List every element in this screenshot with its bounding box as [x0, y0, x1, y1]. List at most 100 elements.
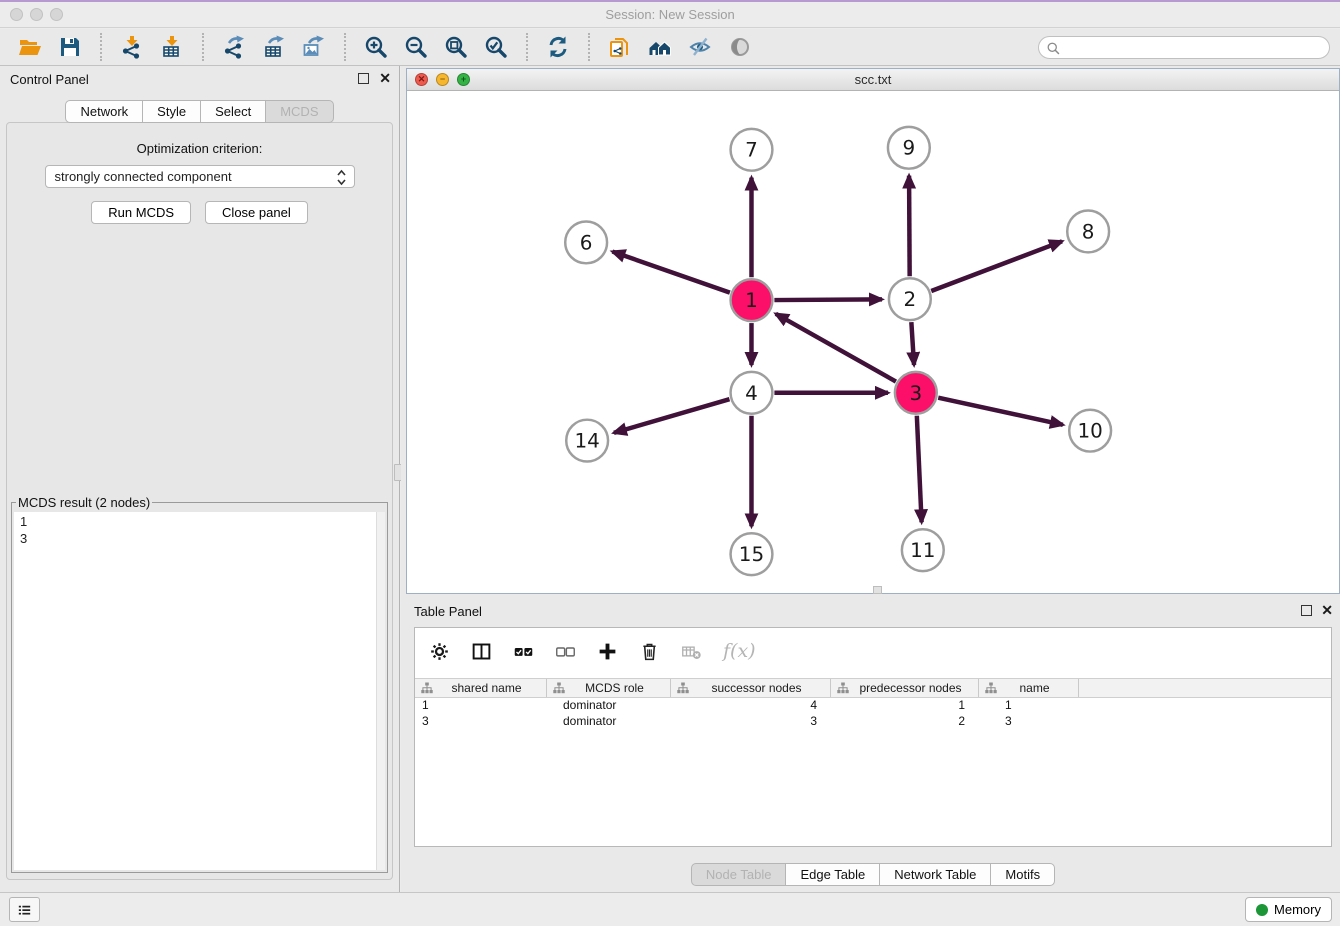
column-header-MCDS-role[interactable]: MCDS role — [547, 679, 671, 697]
graph-node-3[interactable]: 3 — [895, 372, 937, 414]
table-close-panel-icon[interactable]: ✕ — [1321, 602, 1333, 619]
select-stepper-icon — [336, 169, 347, 186]
settings-icon[interactable] — [427, 639, 452, 664]
table-panel: Table Panel ✕ f(x) shared nameMCDS roles… — [406, 598, 1340, 892]
export-network-icon[interactable] — [220, 33, 248, 61]
network-window-title: scc.txt — [407, 72, 1339, 87]
graph-edge-1-2[interactable] — [774, 299, 882, 300]
toolbar-separator — [526, 33, 528, 61]
run-mcds-button[interactable]: Run MCDS — [91, 201, 191, 224]
export-image-icon[interactable] — [300, 33, 328, 61]
import-table-icon[interactable] — [158, 33, 186, 61]
tab-edge-table[interactable]: Edge Table — [785, 863, 880, 886]
open-session-icon[interactable] — [16, 33, 44, 61]
hide-graphics-icon[interactable] — [686, 33, 714, 61]
float-panel-icon[interactable] — [358, 73, 369, 84]
delete-icon[interactable] — [637, 639, 662, 664]
graph-node-4[interactable]: 4 — [731, 372, 773, 414]
table-float-panel-icon[interactable] — [1301, 605, 1312, 616]
right-area: ✕ − + scc.txt 7968124314101511 Table Pan… — [401, 66, 1340, 892]
table-cell: 1 — [415, 698, 547, 714]
deselect-all-icon[interactable] — [553, 639, 578, 664]
graph-edge-3-10[interactable] — [938, 398, 1063, 425]
memory-button[interactable]: Memory — [1245, 897, 1332, 922]
control-panel: Control Panel ✕ NetworkStyleSelectMCDS O… — [0, 66, 400, 892]
export-table-icon[interactable] — [260, 33, 288, 61]
select-all-icon[interactable] — [511, 639, 536, 664]
copy-network-icon[interactable] — [606, 33, 634, 61]
tab-network-table[interactable]: Network Table — [879, 863, 991, 886]
task-history-button[interactable] — [9, 897, 40, 922]
graph-node-7[interactable]: 7 — [731, 129, 773, 171]
tab-mcds[interactable]: MCDS — [265, 100, 333, 123]
graph-node-14[interactable]: 14 — [566, 420, 608, 462]
graph-node-15[interactable]: 15 — [731, 533, 773, 575]
tab-style[interactable]: Style — [142, 100, 201, 123]
graph-edge-2-9[interactable] — [909, 176, 910, 277]
graph-node-6[interactable]: 6 — [565, 221, 607, 263]
control-panel-tabs: NetworkStyleSelectMCDS — [0, 100, 399, 123]
criterion-select[interactable]: strongly connected component — [45, 165, 355, 188]
svg-text:1: 1 — [745, 289, 758, 312]
table-row[interactable]: 3dominator323 — [415, 714, 1331, 730]
graph-edge-2-8[interactable] — [931, 241, 1062, 291]
table-cell: 1 — [979, 698, 1079, 714]
delete-table-icon — [679, 639, 704, 664]
close-panel-icon[interactable]: ✕ — [379, 70, 391, 87]
table-panel-header: Table Panel ✕ — [406, 598, 1340, 624]
main-toolbar — [0, 29, 1340, 66]
table-cell: 3 — [671, 714, 831, 730]
graph-node-8[interactable]: 8 — [1067, 211, 1109, 253]
zoom-in-icon[interactable] — [362, 33, 390, 61]
tab-network[interactable]: Network — [65, 100, 143, 123]
graph-node-2[interactable]: 2 — [889, 278, 931, 320]
control-panel-header: Control Panel ✕ — [0, 66, 399, 92]
graph-edge-3-1[interactable] — [776, 314, 896, 382]
refresh-icon[interactable] — [544, 33, 572, 61]
graph-edge-4-14[interactable] — [614, 399, 730, 433]
list-icon — [16, 900, 33, 920]
svg-text:15: 15 — [739, 543, 764, 566]
graph-node-1[interactable]: 1 — [731, 279, 773, 321]
table-row[interactable]: 1dominator411 — [415, 698, 1331, 714]
graph-node-10[interactable]: 10 — [1069, 410, 1111, 452]
home-icon[interactable] — [646, 33, 674, 61]
network-window: ✕ − + scc.txt 7968124314101511 — [406, 68, 1340, 594]
toolbar-separator — [202, 33, 204, 61]
zoom-fit-icon[interactable] — [442, 33, 470, 61]
column-header-predecessor-nodes[interactable]: predecessor nodes — [831, 679, 979, 697]
column-flow-icon — [837, 682, 849, 694]
columns-icon[interactable] — [469, 639, 494, 664]
zoom-selected-icon[interactable] — [482, 33, 510, 61]
column-header-shared-name[interactable]: shared name — [415, 679, 547, 697]
result-scrollbar[interactable] — [376, 512, 385, 870]
canvas-divider-handle[interactable] — [873, 586, 882, 594]
close-panel-button[interactable]: Close panel — [205, 201, 308, 224]
graph-node-9[interactable]: 9 — [888, 127, 930, 169]
graph-edge-3-11[interactable] — [917, 416, 922, 523]
column-header-successor-nodes[interactable]: successor nodes — [671, 679, 831, 697]
function-builder-icon: f(x) — [721, 638, 758, 664]
zoom-out-icon[interactable] — [402, 33, 430, 61]
show-graphics-icon[interactable] — [726, 33, 754, 61]
tab-node-table[interactable]: Node Table — [691, 863, 787, 886]
table-cell: 3 — [415, 714, 547, 730]
import-network-icon[interactable] — [118, 33, 146, 61]
svg-text:3: 3 — [909, 382, 922, 405]
save-session-icon[interactable] — [56, 33, 84, 61]
mcds-result-list[interactable]: 13 — [14, 512, 385, 870]
tab-motifs[interactable]: Motifs — [990, 863, 1055, 886]
network-canvas[interactable]: 7 9 6 8 1 2 4 3 14 10 15 11 — [407, 91, 1339, 593]
titlebar: Session: New Session — [0, 2, 1340, 28]
add-icon[interactable] — [595, 639, 620, 664]
column-header-name[interactable]: name — [979, 679, 1079, 697]
table-column-headers: shared nameMCDS rolesuccessor nodesprede… — [415, 678, 1331, 698]
graph-node-11[interactable]: 11 — [902, 529, 944, 571]
mcds-result-lines: 13 — [20, 513, 379, 547]
graph-edge-1-6[interactable] — [612, 252, 729, 293]
window-title: Session: New Session — [0, 7, 1340, 22]
search-input[interactable] — [1065, 38, 1321, 57]
graph-edge-2-3[interactable] — [911, 322, 914, 365]
tab-select[interactable]: Select — [200, 100, 266, 123]
table-tabs: Node TableEdge TableNetwork TableMotifs — [406, 863, 1340, 886]
